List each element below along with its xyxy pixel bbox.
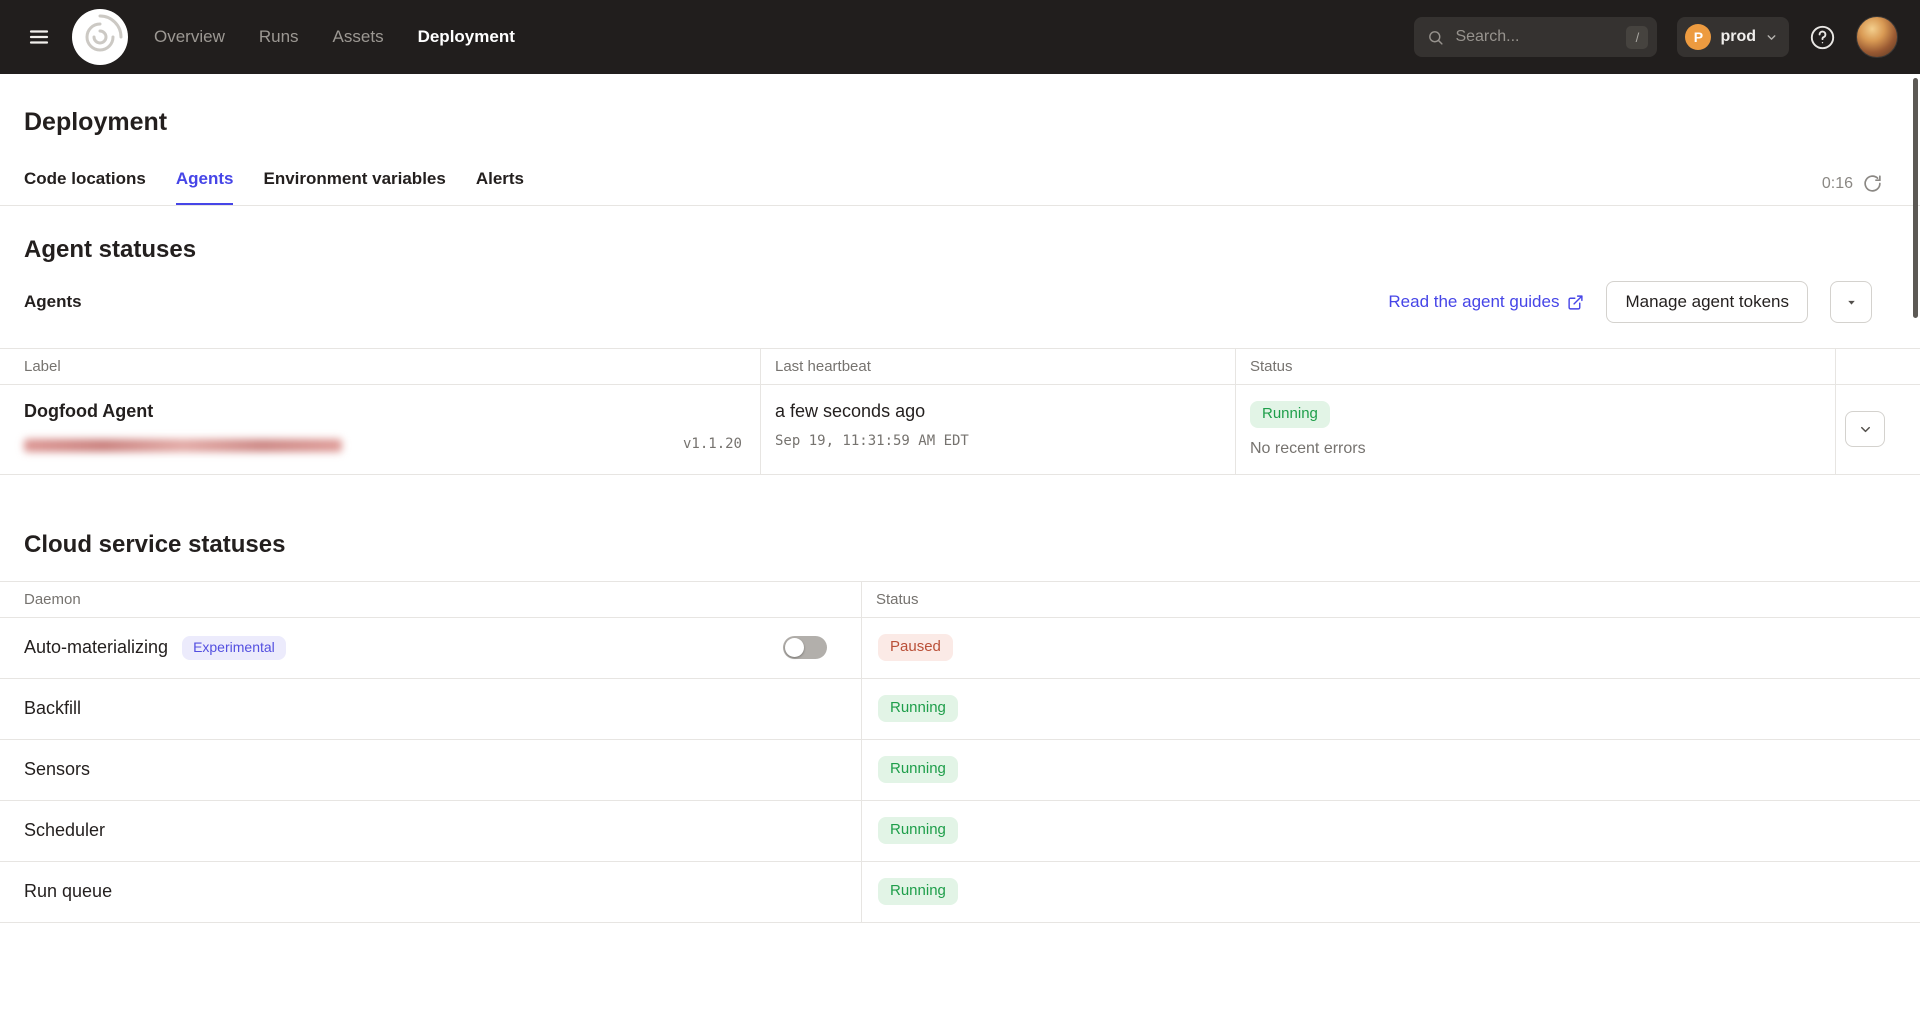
daemon-name: Scheduler — [24, 820, 105, 841]
help-button[interactable] — [1809, 24, 1836, 51]
heartbeat-relative: a few seconds ago — [775, 401, 1221, 422]
search-icon — [1427, 29, 1444, 46]
daemon-name-cell: Run queue — [0, 862, 861, 922]
deployment-name: prod — [1720, 28, 1756, 46]
refresh-button[interactable] — [1863, 174, 1882, 193]
status-badge-running: Running — [878, 695, 958, 722]
chevron-down-icon — [1858, 422, 1873, 437]
agents-toolbar: Agents Read the agent guides Manage agen… — [0, 278, 1920, 326]
nav-assets[interactable]: Assets — [333, 27, 384, 47]
tab-alerts[interactable]: Alerts — [476, 161, 524, 205]
status-badge-running: Running — [878, 878, 958, 905]
agent-guides-link[interactable]: Read the agent guides — [1388, 292, 1584, 312]
daemon-status-cell: Running — [861, 679, 1920, 739]
agent-guides-link-label: Read the agent guides — [1388, 292, 1559, 312]
primary-nav: Overview Runs Assets Deployment — [154, 27, 515, 47]
experimental-badge: Experimental — [182, 636, 286, 660]
tab-environment-variables[interactable]: Environment variables — [263, 161, 445, 205]
nav-overview[interactable]: Overview — [154, 27, 225, 47]
agent-status-cell: Running No recent errors — [1235, 385, 1835, 474]
col-status: Status — [1235, 349, 1835, 384]
daemon-name: Sensors — [24, 759, 90, 780]
search-box: / — [1414, 17, 1657, 57]
menu-button[interactable] — [16, 14, 62, 60]
daemon-name-cell: Auto-materializing Experimental — [0, 618, 861, 678]
deployment-initial-badge: P — [1685, 24, 1711, 50]
caret-down-icon — [1845, 296, 1858, 309]
daemon-status-cell: Running — [861, 862, 1920, 922]
agent-version: v1.1.20 — [683, 436, 742, 452]
agents-table-header: Label Last heartbeat Status — [0, 348, 1920, 385]
dagster-logo[interactable] — [72, 9, 128, 65]
nav-runs[interactable]: Runs — [259, 27, 299, 47]
agent-status-badge: Running — [1250, 401, 1330, 428]
col-last-heartbeat: Last heartbeat — [760, 349, 1235, 384]
user-avatar[interactable] — [1856, 16, 1898, 58]
navbar-right: / P prod — [1414, 16, 1898, 58]
col-daemon-status: Status — [861, 582, 1920, 617]
hamburger-icon — [27, 25, 51, 49]
col-label: Label — [0, 349, 760, 384]
daemon-row-auto-materializing: Auto-materializing Experimental Paused — [0, 618, 1920, 679]
agents-toolbar-actions: Read the agent guides Manage agent token… — [1388, 281, 1872, 323]
daemon-name: Backfill — [24, 698, 81, 719]
daemon-name-cell: Sensors — [0, 740, 861, 800]
status-badge-running: Running — [878, 817, 958, 844]
agent-heartbeat-cell: a few seconds ago Sep 19, 11:31:59 AM ED… — [760, 385, 1235, 474]
agent-id-redacted — [24, 439, 342, 452]
status-badge-running: Running — [878, 756, 958, 783]
daemon-row-backfill: Backfill Running — [0, 679, 1920, 740]
tabs: Code locations Agents Environment variab… — [24, 161, 524, 205]
agents-subheading: Agents — [24, 292, 82, 312]
dagster-logo-icon — [72, 9, 128, 65]
agent-name: Dogfood Agent — [24, 401, 746, 422]
agent-actions-cell — [1835, 385, 1920, 474]
daemon-name-cell: Scheduler — [0, 801, 861, 861]
refresh-icon — [1863, 174, 1882, 193]
col-daemon: Daemon — [0, 582, 861, 617]
daemon-name-cell: Backfill — [0, 679, 861, 739]
agent-table-row: Dogfood Agent v1.1.20 a few seconds ago … — [0, 385, 1920, 475]
agent-status-note: No recent errors — [1250, 440, 1821, 458]
cloud-table-header: Daemon Status — [0, 581, 1920, 618]
auto-materializing-toggle[interactable] — [783, 636, 827, 659]
refresh-area: 0:16 — [1822, 174, 1882, 205]
agent-expand-button[interactable] — [1845, 411, 1885, 447]
daemon-row-sensors: Sensors Running — [0, 740, 1920, 801]
refresh-timer: 0:16 — [1822, 175, 1853, 193]
col-actions — [1835, 349, 1920, 384]
tab-code-locations[interactable]: Code locations — [24, 161, 146, 205]
toggle-knob — [785, 638, 804, 657]
agent-statuses-heading: Agent statuses — [24, 236, 1920, 264]
agent-label-cell: Dogfood Agent v1.1.20 — [0, 385, 760, 474]
page-title: Deployment — [24, 108, 1920, 137]
agent-actions-menu-button[interactable] — [1830, 281, 1872, 323]
daemon-row-scheduler: Scheduler Running — [0, 801, 1920, 862]
daemon-status-cell: Paused — [861, 618, 1920, 678]
search-shortcut-key: / — [1626, 26, 1648, 49]
daemon-status-cell: Running — [861, 801, 1920, 861]
external-link-icon — [1567, 294, 1584, 311]
manage-agent-tokens-button[interactable]: Manage agent tokens — [1606, 281, 1808, 323]
help-icon — [1809, 24, 1836, 51]
heartbeat-timestamp: Sep 19, 11:31:59 AM EDT — [775, 433, 1221, 449]
daemon-name: Run queue — [24, 881, 112, 902]
deployment-switcher[interactable]: P prod — [1677, 17, 1789, 57]
top-navbar: Overview Runs Assets Deployment / P prod — [0, 0, 1920, 74]
tab-agents[interactable]: Agents — [176, 161, 234, 205]
status-badge-paused: Paused — [878, 634, 953, 661]
scrollbar-thumb[interactable] — [1913, 78, 1918, 318]
nav-deployment[interactable]: Deployment — [418, 27, 515, 47]
daemon-name: Auto-materializing — [24, 637, 168, 658]
tabs-row: Code locations Agents Environment variab… — [0, 161, 1920, 206]
main-content: Deployment Code locations Agents Environ… — [0, 108, 1920, 923]
daemon-row-run-queue: Run queue Running — [0, 862, 1920, 923]
search-input[interactable] — [1453, 27, 1617, 47]
cloud-service-statuses-heading: Cloud service statuses — [24, 531, 1920, 559]
daemon-status-cell: Running — [861, 740, 1920, 800]
chevron-down-icon — [1765, 31, 1778, 44]
